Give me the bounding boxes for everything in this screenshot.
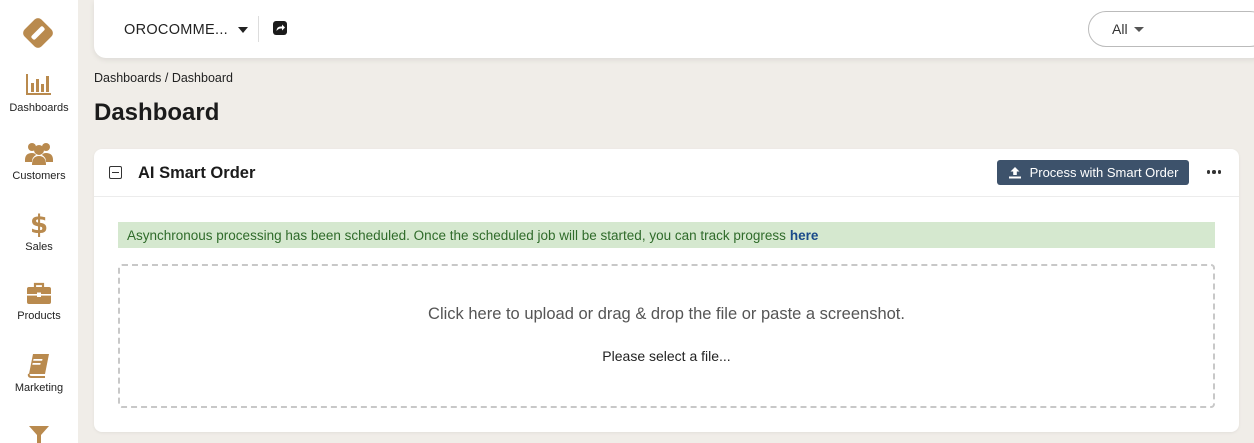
users-icon: [25, 143, 53, 165]
process-button-label: Process with Smart Order: [1029, 165, 1179, 180]
widget-title: AI Smart Order: [138, 164, 256, 182]
briefcase-icon: [27, 282, 51, 304]
sidebar-item-label: Products: [17, 310, 61, 322]
process-with-smart-order-button[interactable]: Process with Smart Order: [997, 160, 1189, 185]
chevron-down-icon: [238, 27, 248, 33]
page-title: Dashboard: [94, 99, 220, 126]
breadcrumb-current: Dashboard: [171, 71, 233, 85]
sidebar-item-sales[interactable]: $ Sales: [0, 209, 78, 253]
ellipsis-dot: [1217, 170, 1222, 174]
sidebar-item-label: Dashboards: [9, 102, 69, 114]
sidebar-item-marketing[interactable]: Marketing: [0, 352, 78, 394]
sidebar-item-label: Customers: [12, 170, 66, 182]
breadcrumb: Dashboards / Dashboard: [94, 71, 233, 85]
logo-icon: [23, 18, 53, 48]
upload-icon: [1008, 167, 1021, 179]
smart-order-widget: AI Smart Order Process with Smart Order …: [94, 149, 1239, 432]
filter-icon: [29, 426, 49, 443]
organization-selector[interactable]: OROCOMME...: [124, 19, 248, 41]
breadcrumb-dashboards[interactable]: Dashboards: [94, 71, 161, 85]
svg-text:$: $: [30, 210, 48, 237]
sidebar-item-customers[interactable]: Customers: [0, 140, 78, 182]
organization-name: OROCOMME...: [124, 22, 228, 38]
bar-chart-icon: [26, 74, 51, 95]
collapse-button[interactable]: [109, 166, 122, 179]
alert-text: Asynchronous processing has been schedul…: [127, 227, 786, 243]
file-dropzone[interactable]: Click here to upload or drag & drop the …: [118, 264, 1215, 408]
sidebar-item-label: Marketing: [14, 382, 64, 394]
scope-value: All: [1112, 21, 1128, 37]
success-alert: Asynchronous processing has been schedul…: [118, 222, 1215, 248]
track-progress-link[interactable]: here: [790, 228, 819, 243]
top-bar: OROCOMME... All: [94, 0, 1254, 58]
share-button[interactable]: [272, 20, 288, 36]
dollar-icon: $: [30, 210, 48, 237]
sidebar: Dashboards Customers $ Sales Products Ma…: [0, 0, 78, 443]
more-actions-button[interactable]: [1206, 165, 1222, 179]
dropzone-placeholder: Please select a file...: [602, 348, 731, 364]
sidebar-item-label: Sales: [25, 241, 53, 253]
scope-select[interactable]: All: [1088, 11, 1254, 47]
sidebar-item-filter[interactable]: [0, 424, 78, 443]
ellipsis-dot: [1212, 170, 1216, 174]
breadcrumb-separator: /: [161, 71, 172, 85]
ellipsis-icon: [1206, 170, 1211, 174]
divider: [258, 16, 259, 42]
share-icon: [273, 21, 287, 35]
logo[interactable]: [21, 16, 55, 50]
sidebar-item-products[interactable]: Products: [0, 282, 78, 322]
book-icon: [27, 354, 49, 378]
widget-header: AI Smart Order Process with Smart Order: [94, 149, 1239, 197]
sidebar-item-dashboards[interactable]: Dashboards: [0, 72, 78, 114]
chevron-down-icon: [1133, 26, 1144, 32]
dropzone-instructions: Click here to upload or drag & drop the …: [428, 305, 905, 323]
